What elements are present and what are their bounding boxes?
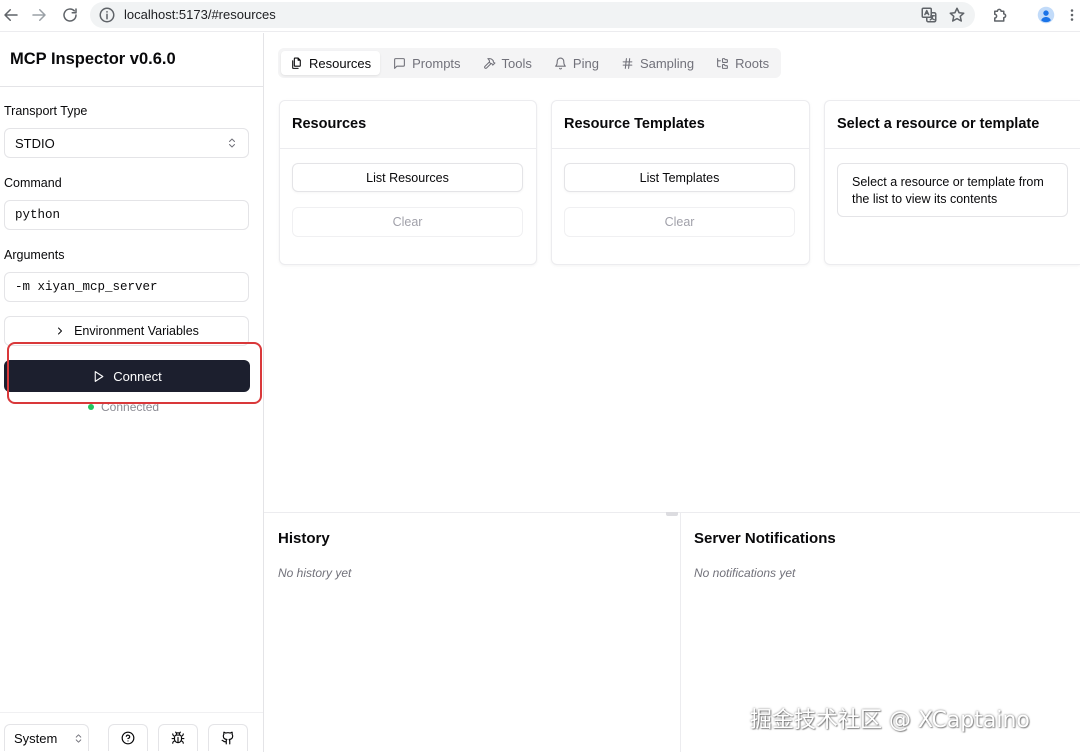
url-text[interactable]: localhost:5173/#resources [124, 7, 276, 22]
sidebar: MCP Inspector v0.6.0 Transport Type STDI… [0, 33, 264, 752]
more-menu-icon[interactable] [1066, 6, 1078, 24]
list-templates-button[interactable]: List Templates [564, 163, 795, 192]
clear-resources-button[interactable]: Clear [292, 207, 523, 237]
reload-icon[interactable] [61, 6, 79, 24]
main-content: Resources Prompts Tools Ping Sampling Ro… [264, 33, 1080, 752]
hash-icon [621, 57, 634, 70]
tab-label: Sampling [639, 55, 695, 71]
list-resources-button[interactable]: List Resources [292, 163, 523, 192]
transport-type-label: Transport Type [4, 104, 88, 118]
server-notifications-title: Server Notifications [694, 530, 836, 547]
resize-handle[interactable] [666, 512, 678, 516]
tab-label: Prompts [412, 55, 461, 71]
watermark: 掘金技术社区 @ XCaptaino [750, 708, 1030, 733]
panel-header: Resources [280, 101, 536, 149]
resource-templates-panel: Resource Templates List Templates Clear [551, 100, 810, 265]
theme-value: System [14, 730, 58, 746]
help-icon [121, 731, 135, 745]
tab-prompts[interactable]: Prompts [384, 51, 469, 75]
files-icon [290, 57, 303, 70]
panel-header: Resource Templates [552, 101, 809, 149]
arguments-value: -m xiyan_mcp_server [15, 280, 158, 294]
sidebar-footer-divider [0, 712, 263, 713]
tab-label: Tools [501, 55, 532, 71]
detail-placeholder: Select a resource or template from the l… [837, 163, 1068, 217]
resource-detail-panel: Select a resource or template Select a r… [824, 100, 1080, 265]
column-divider [680, 513, 681, 752]
tab-roots[interactable]: Roots [707, 51, 778, 75]
tab-sampling[interactable]: Sampling [612, 51, 703, 75]
site-info-icon[interactable] [98, 6, 116, 24]
tab-label: Resources [309, 55, 372, 71]
tab-resources[interactable]: Resources [281, 51, 381, 75]
github-icon [221, 731, 235, 745]
chevrons-up-down-icon [226, 137, 238, 149]
back-arrow-icon[interactable] [2, 6, 20, 24]
browser-toolbar: localhost:5173/#resources [0, 0, 1080, 32]
tab-label: Ping [572, 55, 599, 71]
tab-bar: Resources Prompts Tools Ping Sampling Ro… [278, 48, 782, 78]
arguments-label: Arguments [4, 248, 65, 262]
transport-type-select[interactable]: STDIO [4, 128, 249, 158]
panel-header: Select a resource or template [825, 101, 1080, 149]
bug-icon [171, 731, 185, 745]
github-button[interactable] [208, 724, 248, 751]
panel-title: Resource Templates [564, 116, 705, 132]
folder-tree-icon [716, 57, 729, 70]
command-label: Command [4, 176, 62, 190]
tab-label: Roots [735, 55, 770, 71]
sidebar-header: MCP Inspector v0.6.0 [0, 33, 263, 87]
profile-avatar-icon[interactable] [1037, 6, 1055, 24]
chevron-right-icon [54, 325, 66, 337]
environment-variables-label: Environment Variables [74, 324, 199, 338]
theme-select[interactable]: System [4, 724, 89, 751]
extensions-icon[interactable] [991, 6, 1009, 24]
bookmark-star-icon[interactable] [948, 6, 966, 24]
panel-title: Select a resource or template [837, 116, 1040, 132]
resources-panel: Resources List Resources Clear [279, 100, 537, 265]
transport-type-value: STDIO [15, 136, 55, 151]
chevrons-up-down-icon [73, 733, 84, 744]
app-title: MCP Inspector v0.6.0 [10, 50, 176, 68]
tab-tools[interactable]: Tools [474, 51, 541, 75]
forward-arrow-icon[interactable] [30, 6, 48, 24]
highlight-annotation [7, 342, 262, 404]
clear-templates-button[interactable]: Clear [564, 207, 795, 237]
notifications-empty-text: No notifications yet [694, 566, 796, 580]
history-empty-text: No history yet [278, 566, 352, 580]
panel-title: Resources [292, 116, 367, 132]
history-title: History [278, 530, 330, 547]
help-button[interactable] [108, 724, 148, 751]
tab-ping[interactable]: Ping [545, 51, 608, 75]
bug-report-button[interactable] [158, 724, 198, 751]
message-icon [393, 57, 406, 70]
arguments-input[interactable]: -m xiyan_mcp_server [4, 272, 249, 302]
command-input[interactable]: python [4, 200, 249, 230]
command-value: python [15, 208, 61, 222]
translate-icon[interactable] [920, 6, 938, 24]
status-dot [88, 404, 94, 410]
bell-icon [554, 57, 567, 70]
hammer-icon [483, 57, 496, 70]
